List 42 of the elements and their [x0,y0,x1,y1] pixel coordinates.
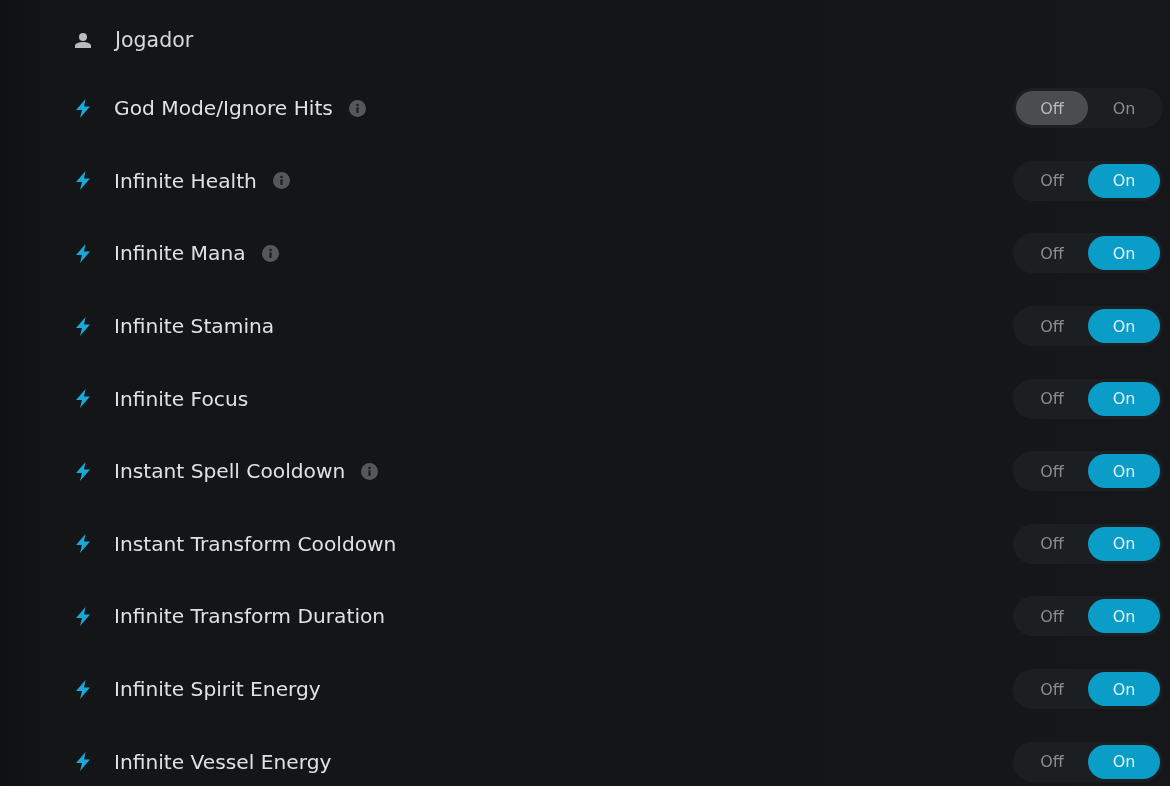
toggle-option[interactable]: On [1088,454,1160,489]
toggle-option[interactable]: On [1088,91,1160,126]
toggle-option[interactable]: Off [1016,744,1088,779]
toggle-option[interactable]: On [1088,309,1160,344]
toggle-option[interactable]: On [1088,163,1160,198]
lightning-icon [76,679,90,699]
toggle-option[interactable]: On [1088,744,1160,779]
section-title: Jogador [115,28,194,52]
toggle-option[interactable]: Off [1016,599,1088,634]
toggle-option[interactable]: On [1088,599,1160,634]
lightning-icon [76,461,90,481]
lightning-icon [76,752,90,772]
cheat-label: Infinite Transform Duration [114,604,386,629]
cheat-label: Instant Spell Cooldown [114,459,346,484]
lightning-icon [76,244,90,263]
toggle-option[interactable]: Off [1016,91,1088,126]
toggle-option[interactable]: On [1088,381,1160,416]
toggle-option[interactable]: Off [1016,672,1088,707]
toggle-option[interactable]: On [1088,526,1160,561]
toggle-option[interactable]: Off [1016,526,1088,561]
lightning-icon [76,171,90,191]
cheat-label: God Mode/Ignore Hits [114,96,333,121]
toggle-option[interactable]: Off [1016,163,1088,198]
cheat-label: Infinite Mana [114,241,246,266]
toggle-option[interactable]: Off [1016,309,1088,344]
lightning-icon [76,389,90,409]
toggle-option[interactable]: Off [1016,454,1088,489]
cheat-label: Infinite Focus [114,386,249,411]
toggle-option[interactable]: On [1088,236,1160,271]
lightning-icon [76,606,90,626]
person-icon [75,32,91,48]
toggle-option[interactable]: Off [1016,381,1088,416]
cheat-label: Instant Transform Cooldown [114,531,397,556]
cheat-label: Infinite Spirit Energy [114,677,321,702]
lightning-icon [76,98,90,118]
lightning-icon [76,534,90,554]
cheat-label: Infinite Stamina [114,314,275,339]
cheat-label: Infinite Health [114,168,257,193]
lightning-icon [76,316,90,336]
toggle-option[interactable]: Off [1016,236,1088,271]
cheat-label: Infinite Vessel Energy [114,749,332,774]
toggle-option[interactable]: On [1088,672,1160,707]
